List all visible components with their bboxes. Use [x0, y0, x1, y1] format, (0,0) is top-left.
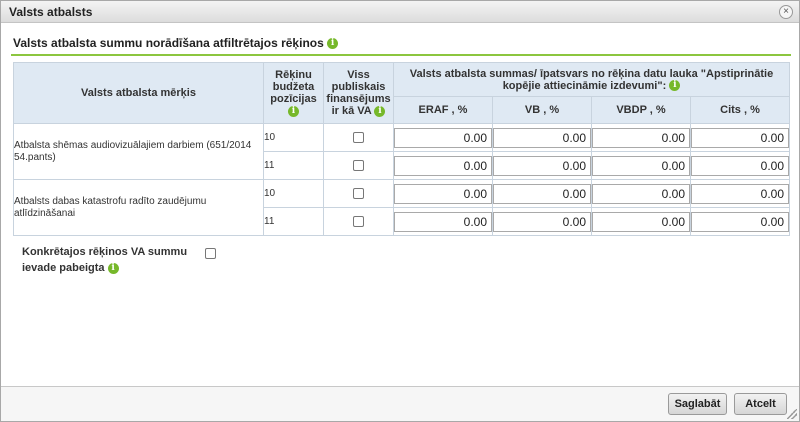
- vbdp-cell: [591, 151, 691, 180]
- public-funding-cell: [323, 207, 394, 236]
- vb-cell: [492, 123, 592, 152]
- cits-input[interactable]: [691, 127, 789, 148]
- info-icon[interactable]: i: [107, 262, 119, 274]
- section-title-text: Valsts atbalsta summu norādīšana atfiltr…: [13, 36, 324, 50]
- purpose-cell: Atbalsta shēmas audiovizuālajiem darbiem…: [13, 123, 264, 180]
- state-aid-table: Valsts atbalsta mērķis Rēķinu budžeta po…: [13, 62, 790, 236]
- table-row: Atbalsta shēmas audiovizuālajiem darbiem…: [13, 123, 790, 180]
- close-icon[interactable]: ×: [779, 5, 793, 19]
- completion-checkbox[interactable]: [205, 248, 216, 259]
- purpose-cell: Atbalsts dabas katastrofu radīto zaudēju…: [13, 179, 264, 236]
- cits-input[interactable]: [691, 211, 789, 232]
- save-button[interactable]: Saglabāt: [668, 393, 727, 415]
- vb-input[interactable]: [493, 155, 591, 176]
- eraf-cell: [393, 207, 493, 236]
- resize-grip-icon[interactable]: [787, 409, 797, 419]
- dialog-footer: Saglabāt Atcelt: [1, 387, 799, 421]
- eraf-cell: [393, 151, 493, 180]
- vb-input[interactable]: [493, 183, 591, 204]
- info-icon[interactable]: i: [669, 80, 681, 92]
- info-icon[interactable]: i: [288, 105, 299, 117]
- cits-input[interactable]: [691, 155, 789, 176]
- budget-position-cell: 11: [263, 151, 324, 180]
- header-budget-position-text: Rēķinu budžeta pozīcijas: [270, 69, 317, 105]
- section-divider: [11, 54, 791, 56]
- vbdp-cell: [591, 179, 691, 208]
- eraf-input[interactable]: [394, 127, 492, 148]
- budget-position-cell: 11: [263, 207, 324, 236]
- section-title: Valsts atbalsta summu norādīšana atfiltr…: [13, 36, 339, 50]
- completion-label-text: Konkrētajos rēķinos VA summu ievade pabe…: [22, 246, 188, 274]
- public-funding-checkbox[interactable]: [353, 215, 364, 227]
- vbdp-input[interactable]: [592, 183, 690, 204]
- vbdp-input[interactable]: [592, 155, 690, 176]
- public-funding-cell: [323, 123, 394, 152]
- header-public-funding: Viss publiskais finansējums ir kā VA i: [323, 62, 394, 124]
- budget-position-cell: 10: [263, 123, 324, 152]
- eraf-input[interactable]: [394, 155, 492, 176]
- dialog-titlebar[interactable]: Valsts atbalsts ×: [1, 1, 799, 23]
- header-amounts-group: Valsts atbalsta summas/ īpatsvars no rēķ…: [393, 62, 790, 97]
- header-budget-position: Rēķinu budžeta pozīcijas i: [263, 62, 324, 124]
- vb-cell: [492, 151, 592, 180]
- header-eraf: ERAF , %: [393, 96, 493, 124]
- cits-cell: [690, 179, 790, 208]
- header-vbdp: VBDP , %: [591, 96, 691, 124]
- header-cits: Cits , %: [690, 96, 790, 124]
- vb-cell: [492, 179, 592, 208]
- cits-cell: [690, 123, 790, 152]
- vb-input[interactable]: [493, 211, 591, 232]
- valsts-atbalsts-dialog: Valsts atbalsts × Valsts atbalsta summu …: [0, 0, 800, 422]
- vb-cell: [492, 207, 592, 236]
- vbdp-cell: [591, 207, 691, 236]
- cits-cell: [690, 207, 790, 236]
- table-row: Atbalsts dabas katastrofu radīto zaudēju…: [13, 179, 790, 236]
- eraf-cell: [393, 123, 493, 152]
- public-funding-cell: [323, 151, 394, 180]
- header-purpose: Valsts atbalsta mērķis: [13, 62, 264, 124]
- header-vb: VB , %: [492, 96, 592, 124]
- public-funding-cell: [323, 179, 394, 208]
- eraf-cell: [393, 179, 493, 208]
- budget-position-cell: 10: [263, 179, 324, 208]
- eraf-input[interactable]: [394, 211, 492, 232]
- vbdp-input[interactable]: [592, 127, 690, 148]
- completion-label: Konkrētajos rēķinos VA summu ievade pabe…: [22, 244, 202, 276]
- vb-input[interactable]: [493, 127, 591, 148]
- vbdp-cell: [591, 123, 691, 152]
- info-icon[interactable]: i: [374, 105, 386, 117]
- cits-input[interactable]: [691, 183, 789, 204]
- cancel-button[interactable]: Atcelt: [734, 393, 787, 415]
- info-icon[interactable]: i: [327, 38, 339, 50]
- vbdp-input[interactable]: [592, 211, 690, 232]
- header-amounts-group-text: Valsts atbalsta summas/ īpatsvars no rēķ…: [409, 67, 774, 92]
- cits-cell: [690, 151, 790, 180]
- public-funding-checkbox[interactable]: [353, 187, 364, 199]
- public-funding-checkbox[interactable]: [353, 159, 364, 171]
- dialog-title: Valsts atbalsts: [9, 5, 93, 19]
- eraf-input[interactable]: [394, 183, 492, 204]
- public-funding-checkbox[interactable]: [353, 131, 364, 143]
